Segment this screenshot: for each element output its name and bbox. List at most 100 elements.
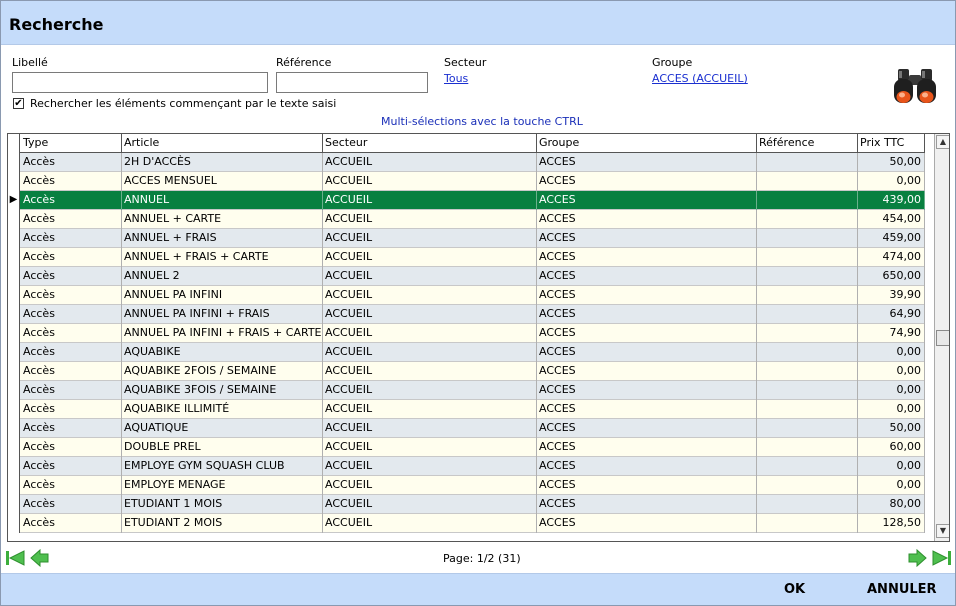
cell-type: Accès (21, 286, 122, 305)
row-indicator[interactable] (8, 248, 20, 267)
cell-prix: 439,00 (858, 191, 925, 210)
binoculars-icon[interactable] (891, 65, 939, 109)
table-row[interactable]: Accès ANNUEL + FRAIS + CARTE ACCUEIL ACCES 4… (8, 248, 925, 267)
row-indicator[interactable] (8, 381, 20, 400)
cell-type: Accès (21, 305, 122, 324)
table-row[interactable]: Accès 2H D'ACCÈS ACCUEIL ACCES 50,00 (8, 153, 925, 172)
cancel-button[interactable]: ANNULER (867, 582, 937, 597)
vertical-scrollbar[interactable]: ▲ ▼ (934, 134, 949, 541)
row-indicator[interactable] (8, 343, 20, 362)
cell-secteur: ACCUEIL (323, 153, 537, 172)
cell-reference (757, 476, 858, 495)
cell-type: Accès (21, 457, 122, 476)
scroll-down-icon[interactable]: ▼ (936, 524, 949, 538)
last-page-icon[interactable] (932, 549, 952, 567)
starts-with-checkbox[interactable]: ✔ (13, 98, 24, 109)
cell-type: Accès (21, 343, 122, 362)
footer-bar: OK ANNULER (1, 573, 955, 605)
table-row[interactable]: Accès ANNUEL + CARTE ACCUEIL ACCES 454,00 (8, 210, 925, 229)
cell-groupe: ACCES (537, 438, 757, 457)
column-header-groupe[interactable]: Groupe (537, 134, 757, 153)
cell-article: ANNUEL + FRAIS + CARTE (122, 248, 323, 267)
scroll-up-icon[interactable]: ▲ (936, 135, 949, 149)
row-indicator[interactable] (8, 476, 20, 495)
cell-article: AQUABIKE 3FOIS / SEMAINE (122, 381, 323, 400)
cell-article: ANNUEL + FRAIS (122, 229, 323, 248)
cell-article: EMPLOYE MENAGE (122, 476, 323, 495)
cell-article: AQUATIQUE (122, 419, 323, 438)
results-grid[interactable]: Type Article Secteur Groupe Référence Pr… (7, 133, 950, 542)
cell-prix: 474,00 (858, 248, 925, 267)
cell-secteur: ACCUEIL (323, 362, 537, 381)
cell-reference (757, 400, 858, 419)
table-row[interactable]: Accès ACCES MENSUEL ACCUEIL ACCES 0,00 (8, 172, 925, 191)
reference-input[interactable] (276, 72, 428, 93)
row-indicator[interactable] (8, 210, 20, 229)
cell-prix: 39,90 (858, 286, 925, 305)
row-indicator[interactable] (8, 153, 20, 172)
cell-groupe: ACCES (537, 400, 757, 419)
cell-reference (757, 229, 858, 248)
table-row[interactable]: Accès ANNUEL PA INFINI + FRAIS ACCUEIL ACCE… (8, 305, 925, 324)
ok-button[interactable]: OK (784, 582, 805, 597)
column-header-type[interactable]: Type (21, 134, 122, 153)
cell-reference (757, 267, 858, 286)
row-indicator[interactable] (8, 362, 20, 381)
row-indicator[interactable] (8, 324, 20, 343)
cell-prix: 459,00 (858, 229, 925, 248)
table-row[interactable]: Accès AQUABIKE 2FOIS / SEMAINE ACCUEIL ACCE… (8, 362, 925, 381)
libelle-input[interactable] (12, 72, 268, 93)
row-indicator[interactable] (8, 229, 20, 248)
table-row[interactable]: Accès EMPLOYE GYM SQUASH CLUB ACCUEIL ACCES… (8, 457, 925, 476)
table-row[interactable]: Accès AQUABIKE 3FOIS / SEMAINE ACCUEIL ACCE… (8, 381, 925, 400)
cell-prix: 454,00 (858, 210, 925, 229)
cell-reference (757, 457, 858, 476)
cell-groupe: ACCES (537, 495, 757, 514)
cell-prix: 80,00 (858, 495, 925, 514)
groupe-link[interactable]: ACCES (ACCUEIL) (652, 72, 748, 85)
cell-prix: 0,00 (858, 362, 925, 381)
column-header-prix[interactable]: Prix TTC (858, 134, 925, 153)
row-indicator[interactable] (8, 172, 20, 191)
column-header-reference[interactable]: Référence (757, 134, 858, 153)
row-indicator[interactable] (8, 286, 20, 305)
row-indicator[interactable] (8, 514, 20, 533)
table-row[interactable]: Accès DOUBLE PREL ACCUEIL ACCES 60,00 (8, 438, 925, 457)
column-header-article[interactable]: Article (122, 134, 323, 153)
table-row[interactable]: Accès ANNUEL PA INFINI + FRAIS + CARTE ACC… (8, 324, 925, 343)
cell-article: DOUBLE PREL (122, 438, 323, 457)
row-indicator[interactable] (8, 305, 20, 324)
cell-type: Accès (21, 229, 122, 248)
row-indicator[interactable] (8, 267, 20, 286)
table-row[interactable]: Accès ANNUEL + FRAIS ACCUEIL ACCES 459,00 (8, 229, 925, 248)
secteur-link[interactable]: Tous (444, 72, 468, 85)
cell-prix: 128,50 (858, 514, 925, 533)
table-row[interactable]: Accès ANNUEL 2 ACCUEIL ACCES 650,00 (8, 267, 925, 286)
table-row[interactable]: Accès ETUDIANT 2 MOIS ACCUEIL ACCES 128,50 (8, 514, 925, 533)
first-page-icon[interactable] (5, 549, 25, 567)
prev-page-icon[interactable] (29, 548, 49, 568)
table-row[interactable]: Accès AQUABIKE ACCUEIL ACCES 0,00 (8, 343, 925, 362)
table-row[interactable]: Accès ANNUEL PA INFINI ACCUEIL ACCES 39,90 (8, 286, 925, 305)
table-row[interactable]: Accès AQUATIQUE ACCUEIL ACCES 50,00 (8, 419, 925, 438)
table-row[interactable]: Accès AQUABIKE ILLIMITÉ ACCUEIL ACCES 0,00 (8, 400, 925, 419)
cell-type: Accès (21, 362, 122, 381)
scroll-thumb[interactable] (936, 330, 949, 346)
table-row[interactable]: ▶ Accès ANNUEL ACCUEIL ACCES 439,00 (8, 191, 925, 210)
cell-type: Accès (21, 324, 122, 343)
row-indicator[interactable] (8, 419, 20, 438)
cell-prix: 50,00 (858, 153, 925, 172)
cell-type: Accès (21, 514, 122, 533)
cell-type: Accès (21, 381, 122, 400)
table-row[interactable]: Accès ETUDIANT 1 MOIS ACCUEIL ACCES 80,00 (8, 495, 925, 514)
row-indicator[interactable] (8, 457, 20, 476)
column-header-secteur[interactable]: Secteur (323, 134, 537, 153)
row-indicator[interactable] (8, 400, 20, 419)
cell-type: Accès (21, 267, 122, 286)
row-indicator[interactable]: ▶ (8, 191, 20, 210)
row-indicator[interactable] (8, 495, 20, 514)
row-indicator[interactable] (8, 438, 20, 457)
cell-reference (757, 286, 858, 305)
next-page-icon[interactable] (908, 548, 928, 568)
table-row[interactable]: Accès EMPLOYE MENAGE ACCUEIL ACCES 0,00 (8, 476, 925, 495)
